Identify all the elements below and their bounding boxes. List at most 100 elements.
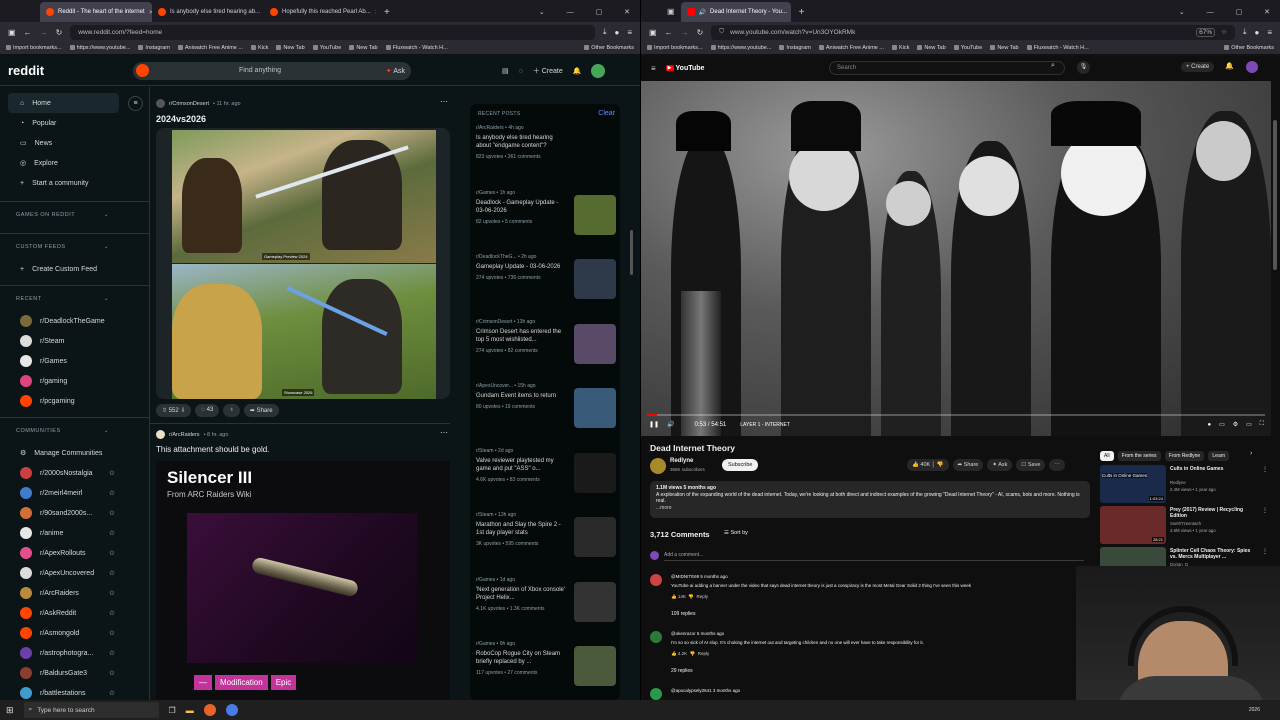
vote-control[interactable]: ⇧ 552 ⇩ — [156, 404, 192, 417]
sidebar-community-item[interactable]: r/2000sNostalgia ☆ — [0, 463, 149, 483]
sidebar-community-item[interactable]: r/Asmongold ☆ — [0, 623, 149, 643]
avatar[interactable] — [1246, 61, 1258, 73]
new-tab-icon[interactable]: + — [799, 7, 805, 18]
post-subreddit[interactable]: r/ArcRaiders — [169, 432, 200, 438]
star-icon[interactable]: ☆ — [109, 589, 115, 597]
page-scrollbar[interactable] — [1273, 120, 1277, 270]
bookmark-item[interactable]: Fluxwatch - Watch H... — [1027, 45, 1089, 51]
upvote-icon[interactable]: ⇧ — [162, 408, 167, 414]
chip-channel[interactable]: From Redlyne — [1164, 451, 1205, 461]
replies-toggle[interactable]: 29 replies — [671, 668, 693, 674]
star-icon[interactable]: ☆ — [109, 509, 115, 517]
bookmark-item[interactable]: New Tab — [349, 45, 377, 51]
bookmark-item[interactable]: YouTube — [954, 45, 983, 51]
add-comment-input[interactable]: Add a comment... — [664, 552, 1084, 561]
chevron-right-icon[interactable]: › — [1250, 450, 1252, 457]
bookmark-item[interactable]: Instagram — [138, 45, 169, 51]
clear-button[interactable]: Clear — [598, 110, 615, 117]
related-menu-icon[interactable]: ⋮ — [1262, 548, 1268, 555]
post-menu-icon[interactable]: ⋯ — [440, 428, 448, 437]
audio-icon[interactable]: 🔊 — [699, 9, 706, 16]
star-icon[interactable]: ☆ — [109, 569, 115, 577]
tab-reddit-post[interactable]: Is anybody else tired hearing ab...✕ — [152, 2, 264, 22]
zoom-level[interactable]: 67% — [1196, 27, 1216, 37]
star-icon[interactable]: ☆ — [109, 649, 115, 657]
bookmark-item[interactable]: Aniwatch Free Anime ... — [178, 45, 243, 51]
bookmark-item[interactable]: Other Bookmarks — [1224, 45, 1274, 51]
chat-icon[interactable]: ◌ — [519, 68, 523, 75]
task-view-icon[interactable]: ❐ — [169, 706, 176, 715]
avatar[interactable] — [591, 64, 606, 78]
window-controls[interactable]: ⌄ — ▢ ✕ — [539, 8, 640, 16]
sidebar-item-explore[interactable]: ◎ Explore — [0, 153, 149, 173]
post-subreddit[interactable]: r/CrimsonDesert — [169, 101, 209, 107]
wiki-card[interactable]: Silencer III From ARC Raiders Wiki — Mod… — [156, 461, 450, 700]
back-icon[interactable]: ← — [665, 28, 673, 37]
close-icon[interactable]: ✕ — [375, 9, 376, 16]
comment-author[interactable]: @MIDNITE69 5 months ago — [671, 574, 728, 579]
settings-icon[interactable]: ⚙ — [1233, 421, 1238, 428]
bookmark-item[interactable]: YouTube — [313, 45, 342, 51]
recent-post-item[interactable]: r/DeadlockTheG... • 2h ago Gameplay Updat… — [476, 254, 616, 299]
more-icon[interactable]: ⋯ — [1049, 459, 1065, 471]
sidebar-community-item[interactable]: r/ArcRaiders ☆ — [0, 583, 149, 603]
download-icon[interactable]: ⤓ — [1243, 27, 1247, 37]
sidebar-recent-item[interactable]: r/Steam — [0, 331, 149, 351]
back-icon[interactable]: ← — [24, 28, 32, 37]
window-controls[interactable]: ⌄ — ▢ ✕ — [1179, 8, 1280, 16]
channel-avatar[interactable] — [650, 458, 666, 474]
sidebar-item-news[interactable]: ▭ News — [0, 133, 149, 153]
post-title[interactable]: 2024vs2026 — [156, 114, 206, 124]
save-button[interactable]: ☐ Save — [1016, 459, 1046, 471]
menu-icon[interactable]: ≡ — [627, 28, 632, 37]
ask-button[interactable]: ✦ Ask — [987, 459, 1013, 471]
star-icon[interactable]: ☆ — [109, 669, 115, 677]
mic-icon[interactable]: 🎙 — [1077, 61, 1090, 74]
section-recent-header[interactable]: RECENT ⌄ — [0, 285, 149, 311]
sidebar-item-create-feed[interactable]: + Create Custom Feed — [0, 259, 149, 279]
description-box[interactable]: 1.1M views 5 months ago A exploration of… — [650, 481, 1090, 518]
bookmark-item[interactable]: Fluxwatch - Watch H... — [386, 45, 448, 51]
youtube-logo[interactable]: ▶ YouTube — [665, 65, 704, 72]
commenter-avatar[interactable] — [650, 688, 662, 700]
sidebar-toggle-icon[interactable]: ▣ — [649, 28, 657, 37]
extension-icon[interactable]: ● — [1254, 28, 1259, 37]
dislike-icon[interactable]: 👎 — [690, 651, 696, 656]
channel-name[interactable]: Redlyne — [670, 458, 693, 464]
share-button[interactable]: ➦ Share — [243, 404, 279, 417]
award-button[interactable]: ♁ — [223, 404, 240, 417]
sidebar-recent-item[interactable]: r/pcgaming — [0, 391, 149, 411]
comment-author[interactable]: @okenrazor 5 months ago — [671, 631, 724, 636]
tab-youtube[interactable]: 🔊Dead Internet Theory - You...✕ — [680, 2, 791, 22]
sidebar-community-item[interactable]: r/2meirl4meirl ☆ — [0, 483, 149, 503]
commenter-avatar[interactable] — [650, 631, 662, 643]
theater-icon[interactable]: ▭ — [1246, 421, 1252, 428]
share-button[interactable]: ➦ Share — [952, 459, 984, 471]
subscribe-button[interactable]: Subscribe — [722, 459, 759, 471]
youtube-search[interactable]: Search — [829, 61, 1065, 75]
download-icon[interactable]: ⤓ — [603, 27, 607, 37]
sidebar-recent-item[interactable]: r/gaming — [0, 371, 149, 391]
autoplay-icon[interactable]: ● — [1207, 422, 1211, 428]
reload-icon[interactable]: ↻ — [56, 28, 63, 37]
star-icon[interactable]: ☆ — [109, 609, 115, 617]
new-tab-icon[interactable]: + — [384, 7, 390, 18]
like-icon[interactable]: 👍 — [671, 594, 677, 599]
star-icon[interactable]: ☆ — [109, 469, 115, 477]
forward-icon[interactable]: → — [40, 28, 48, 37]
like-button[interactable]: 👍 40K │ 👎 — [907, 459, 949, 471]
tab-overview-icon[interactable]: ▣ — [667, 7, 675, 16]
sort-button[interactable]: ☰ Sort by — [724, 530, 748, 536]
more-link[interactable]: ...more — [656, 505, 1084, 512]
ads-icon[interactable]: ▤ — [502, 67, 509, 75]
bookmark-item[interactable]: Import bookmarks... — [6, 45, 62, 51]
notification-icon[interactable]: 🔔 — [1225, 62, 1234, 70]
star-icon[interactable]: ☆ — [109, 549, 115, 557]
notification-icon[interactable]: 🔔 — [573, 67, 582, 75]
bookmark-item[interactable]: New Tab — [917, 45, 945, 51]
captions-icon[interactable]: ▭ — [1219, 421, 1225, 428]
sidebar-community-item[interactable]: r/ApexRollouts ☆ — [0, 543, 149, 563]
sidebar-community-item[interactable]: r/ApexUncovered ☆ — [0, 563, 149, 583]
sidebar-item-manage-communities[interactable]: ⚙ Manage Communities — [0, 443, 149, 463]
volume-icon[interactable]: 🔊 — [667, 421, 674, 428]
